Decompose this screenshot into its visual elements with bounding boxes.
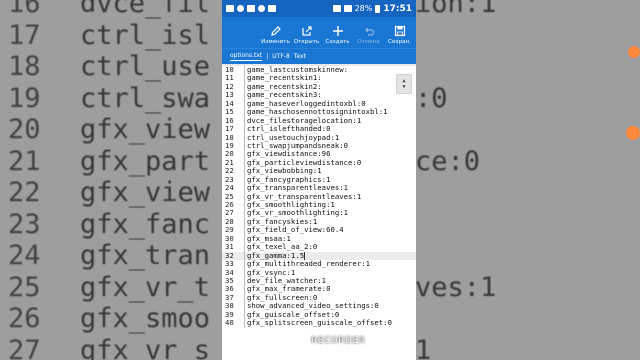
recorder-watermark: RECORDER <box>300 336 365 346</box>
editor-lines: 10 game_lastcustomskinnew: 11 game_recentsk… <box>222 65 416 328</box>
create-label: Создать <box>325 39 350 45</box>
notification-icon <box>237 5 244 12</box>
battery-level: 28% <box>354 4 373 13</box>
chevron-down-icon: ▼ <box>402 84 406 90</box>
line-number: 40 <box>225 318 234 328</box>
pencil-icon <box>270 23 282 38</box>
line-text: gfx_splitscreen_guiscale_offset:0 <box>247 318 392 328</box>
tab-separator: | <box>266 53 269 60</box>
phone-screen: 28% 17:51 Изменить Открыть Создать Отмен… <box>222 0 416 360</box>
edit-button[interactable]: Изменить <box>261 23 290 45</box>
watermark-text: RECORDER <box>311 336 366 346</box>
plus-icon <box>332 23 344 38</box>
wifi-icon <box>332 5 341 12</box>
create-button[interactable]: Создать <box>324 23 351 45</box>
signal-icon <box>343 5 352 12</box>
status-bar: 28% 17:51 <box>222 0 416 17</box>
mail-icon <box>247 5 255 12</box>
record-icon <box>300 337 308 345</box>
editor-toolbar: Изменить Открыть Создать Отмена Сохран. <box>222 17 416 48</box>
save-icon <box>394 23 406 38</box>
tab-encoding[interactable]: UTF-8 <box>272 53 290 60</box>
open-button[interactable]: Открыть <box>293 23 320 45</box>
undo-icon <box>363 23 375 38</box>
open-icon <box>301 23 313 38</box>
open-label: Открыть <box>293 39 320 45</box>
clock: 17:51 <box>383 3 412 14</box>
app-icon <box>258 5 265 12</box>
recording-indicator-dot <box>628 46 640 58</box>
fast-scroll-handle[interactable]: ▲ ▼ <box>396 74 412 94</box>
file-tab-bar: options.txt | UTF-8 Text <box>222 48 416 64</box>
tab-filename[interactable]: options.txt <box>230 52 263 61</box>
background-zoom-right: ion:1 :0 ce:0 ves:1 1 <box>416 0 640 360</box>
video-icon <box>226 5 234 12</box>
undo-label: Отмена <box>357 39 380 45</box>
undo-button[interactable]: Отмена <box>355 23 382 45</box>
save-label: Сохран. <box>387 39 412 45</box>
text-editor[interactable]: 10 game_lastcustomskinnew: 11 game_recentsk… <box>222 64 416 360</box>
tab-mode[interactable]: Text <box>294 53 306 60</box>
battery-icon <box>375 4 381 13</box>
background-zoom-left: 16 dvce_fil 17 ctrl_isl 18 ctrl_use 19 ctrl_swa… <box>0 0 222 360</box>
recording-indicator-dot <box>626 126 640 140</box>
edit-label: Изменить <box>261 39 290 45</box>
gallery-icon <box>268 5 276 12</box>
editor-line[interactable]: 40 gfx_splitscreen_guiscale_offset:0 <box>222 318 416 328</box>
save-button[interactable]: Сохран. <box>386 23 413 45</box>
